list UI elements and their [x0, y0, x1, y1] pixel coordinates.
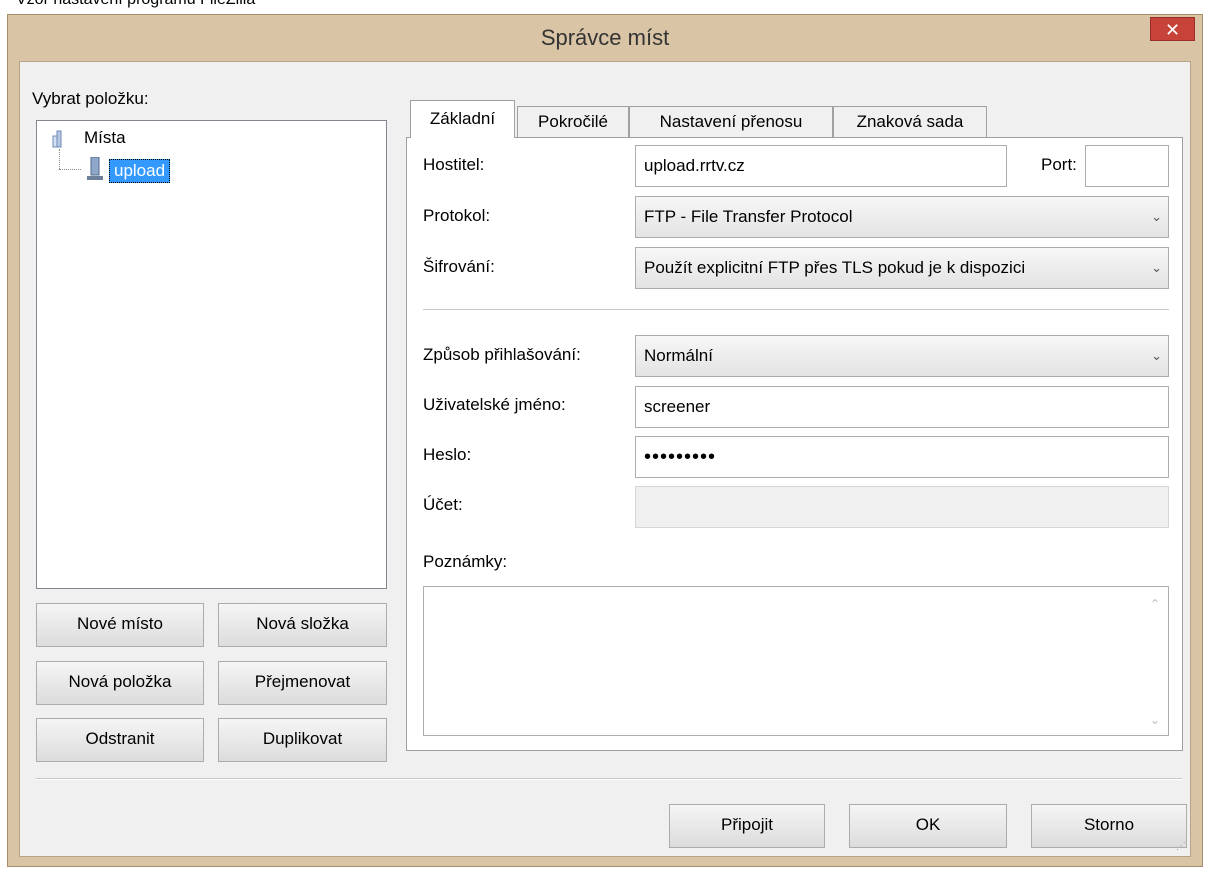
- protocol-value: FTP - File Transfer Protocol: [644, 207, 853, 226]
- chevron-down-icon: ⌄: [1151, 348, 1162, 363]
- encryption-value: Použít explicitní FTP přes TLS pokud je …: [644, 258, 1026, 277]
- window-title: Správce míst: [540, 25, 670, 50]
- new-folder-button[interactable]: Nová složka: [218, 603, 387, 647]
- host-label: Hostitel:: [423, 155, 485, 174]
- password-input[interactable]: •••••••••: [635, 436, 1169, 478]
- folder-icon: [51, 130, 73, 148]
- resize-grip-icon[interactable]: ⋰: [1176, 842, 1188, 854]
- tab-advanced[interactable]: Pokročilé: [517, 106, 629, 138]
- host-input[interactable]: upload.rrtv.cz: [635, 145, 1007, 187]
- tab-charset[interactable]: Znaková sada: [833, 106, 987, 138]
- ok-button[interactable]: OK: [849, 804, 1007, 848]
- tree-item-upload[interactable]: upload: [109, 159, 171, 183]
- connect-button[interactable]: Připojit: [669, 804, 825, 848]
- scroll-down-icon[interactable]: ⌄: [1150, 709, 1160, 731]
- title-bar[interactable]: Správce míst ✕: [8, 15, 1202, 63]
- cancel-button[interactable]: Storno: [1031, 804, 1187, 848]
- tab-general[interactable]: Základní: [410, 100, 515, 138]
- dialog-client-area: Vybrat položku: Místa upload Nové místo …: [19, 61, 1191, 857]
- protocol-select[interactable]: FTP - File Transfer Protocol ⌄: [635, 196, 1169, 238]
- port-input[interactable]: [1085, 145, 1169, 187]
- select-entry-label: Vybrat položku:: [32, 89, 149, 108]
- encryption-select[interactable]: Použít explicitní FTP přes TLS pokud je …: [635, 247, 1169, 289]
- tree-connector: [59, 169, 81, 171]
- site-tree[interactable]: Místa upload: [36, 120, 387, 589]
- site-manager-window: Správce míst ✕ Vybrat položku: Místa upl: [7, 14, 1203, 867]
- server-icon: [87, 156, 103, 181]
- duplicate-button[interactable]: Duplikovat: [218, 718, 387, 762]
- logon-type-label: Způsob přihlašování:: [423, 345, 581, 364]
- logon-type-value: Normální: [644, 346, 713, 365]
- account-label: Účet:: [423, 495, 463, 514]
- close-button[interactable]: ✕: [1150, 17, 1195, 41]
- password-label: Heslo:: [423, 445, 472, 464]
- delete-button[interactable]: Odstranit: [36, 718, 204, 762]
- chevron-down-icon: ⌄: [1151, 260, 1162, 275]
- image-caption: Vzor nastavení programu FileZilla: [16, 0, 255, 9]
- tree-connector: [59, 149, 61, 169]
- new-site-button[interactable]: Nové místo: [36, 603, 204, 647]
- tab-transfer-settings[interactable]: Nastavení přenosu: [629, 106, 833, 138]
- user-label: Uživatelské jméno:: [423, 395, 566, 414]
- encryption-label: Šifrování:: [423, 257, 495, 276]
- new-bookmark-button[interactable]: Nová položka: [36, 661, 204, 705]
- divider: [423, 309, 1169, 311]
- user-input[interactable]: screener: [635, 386, 1169, 428]
- account-input: [635, 486, 1169, 528]
- general-tab-panel: Hostitel: upload.rrtv.cz Port: Protokol:…: [406, 137, 1183, 751]
- logon-type-select[interactable]: Normální ⌄: [635, 335, 1169, 377]
- chevron-down-icon: ⌄: [1151, 209, 1162, 224]
- notes-scrollbar[interactable]: ⌃ ⌄: [1144, 587, 1168, 735]
- notes-textarea[interactable]: ⌃ ⌄: [423, 586, 1169, 736]
- footer-divider: [36, 778, 1182, 780]
- protocol-label: Protokol:: [423, 206, 491, 225]
- close-icon: ✕: [1164, 20, 1181, 40]
- tree-root-label[interactable]: Místa: [84, 128, 126, 148]
- rename-button[interactable]: Přejmenovat: [218, 661, 387, 705]
- scroll-up-icon[interactable]: ⌃: [1150, 593, 1160, 615]
- notes-label: Poznámky:: [423, 552, 508, 571]
- port-label: Port:: [1041, 155, 1077, 174]
